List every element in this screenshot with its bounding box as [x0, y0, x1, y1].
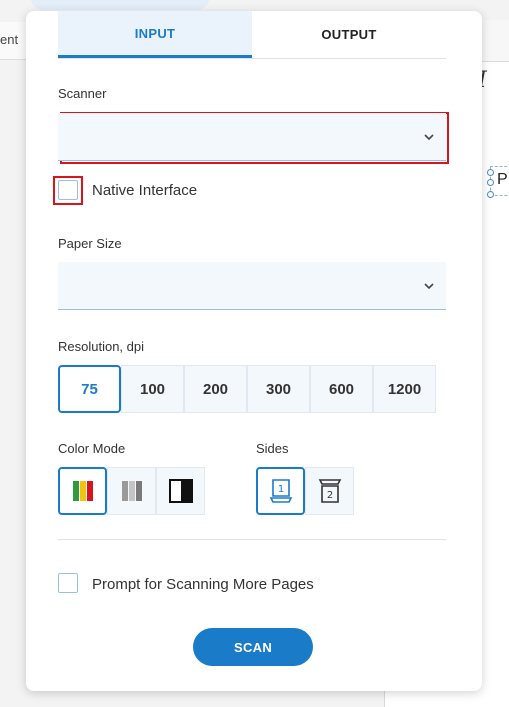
tab-bar: INPUT OUTPUT [58, 11, 446, 59]
svg-text:1: 1 [277, 484, 283, 495]
native-interface-label: Native Interface [92, 182, 198, 199]
chevron-down-icon [424, 278, 434, 293]
resolution-option-1200[interactable]: 1200 [373, 365, 436, 413]
resolution-option-100[interactable]: 100 [121, 365, 184, 413]
tab-output[interactable]: OUTPUT [252, 11, 446, 58]
resolution-option-600[interactable]: 600 [310, 365, 373, 413]
color-mode-group [58, 467, 205, 515]
prompt-more-pages-checkbox[interactable] [58, 573, 78, 593]
double-sided-icon: 2 [318, 479, 341, 503]
sides-group: 1 2 [256, 467, 354, 515]
resolution-option-300[interactable]: 300 [247, 365, 310, 413]
sides-single-button[interactable]: 1 [256, 467, 305, 515]
prompt-more-pages-label: Prompt for Scanning More Pages [92, 576, 314, 593]
tab-input[interactable]: INPUT [58, 11, 252, 58]
resolution-option-200[interactable]: 200 [184, 365, 247, 413]
svg-text:2: 2 [326, 490, 332, 501]
resolution-group: 75 100 200 300 600 1200 [58, 365, 436, 413]
black-white-icon [168, 479, 193, 503]
scanner-label: Scanner [58, 86, 107, 101]
background-text-box-letter: P [497, 171, 508, 188]
paper-size-label: Paper Size [58, 236, 122, 251]
sides-label: Sides [256, 441, 289, 456]
color-mode-bw-button[interactable] [156, 467, 205, 515]
background-text-box[interactable]: P [487, 166, 509, 198]
color-mode-grayscale-button[interactable] [107, 467, 156, 515]
color-mode-label: Color Mode [58, 441, 126, 456]
color-icon [72, 481, 93, 501]
color-mode-color-button[interactable] [58, 467, 107, 515]
sides-double-button[interactable]: 2 [305, 467, 354, 515]
single-sided-icon: 1 [269, 479, 292, 503]
resolution-option-75[interactable]: 75 [58, 365, 121, 413]
scan-panel: INPUT OUTPUT Scanner Native Interface Pa… [26, 11, 482, 691]
resolution-label: Resolution, dpi [58, 339, 144, 354]
native-interface-checkbox[interactable] [58, 180, 78, 200]
background-tab [30, 0, 210, 10]
background-partial-text: ent [0, 32, 19, 47]
section-divider [58, 539, 446, 540]
grayscale-icon [121, 481, 142, 501]
scanner-select[interactable] [58, 113, 446, 161]
paper-size-select[interactable] [58, 262, 446, 310]
scan-button[interactable]: SCAN [193, 628, 313, 666]
chevron-down-icon [424, 129, 434, 144]
